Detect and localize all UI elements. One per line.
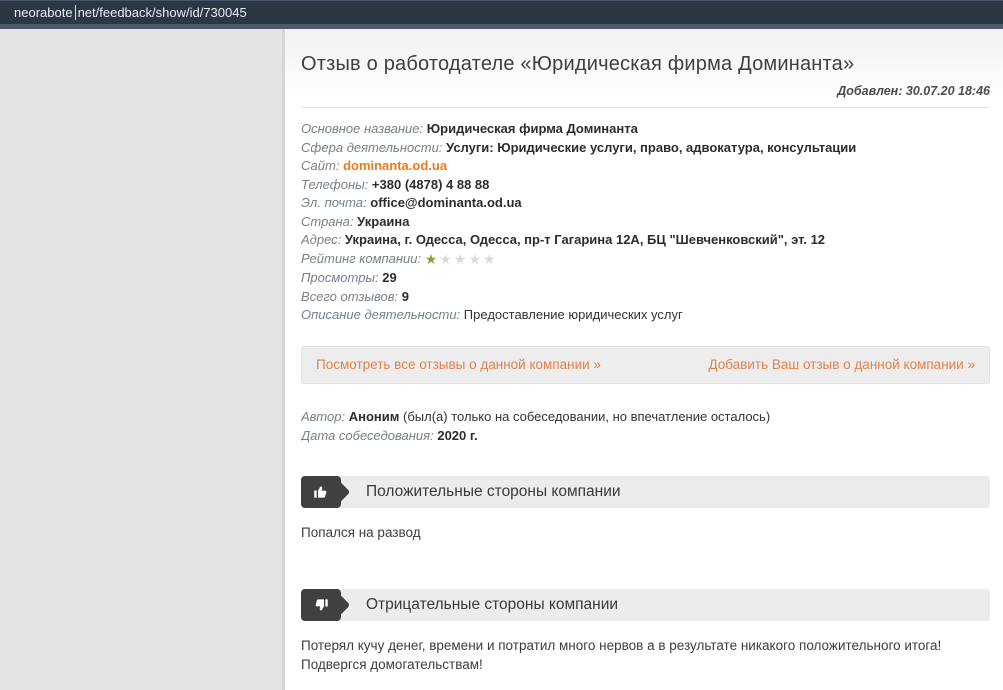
view-all-reviews-link[interactable]: Посмотреть все отзывы о данной компании … xyxy=(316,357,601,372)
thumbs-down-icon xyxy=(301,588,341,621)
field-row-views: Просмотры: 29 xyxy=(301,270,397,285)
page-title: Отзыв о работодателе «Юридическая фирма … xyxy=(301,53,855,75)
star-rating: ★★★★★★ xyxy=(424,250,496,267)
browser-url-bar[interactable]: neorabote net/feedback/show/id/730045 xyxy=(0,0,1003,24)
negative-section-title: Отрицательные стороны компании xyxy=(366,595,619,613)
field-row-phones: Телефоны: +380 (4878) 4 88 88 xyxy=(301,176,490,192)
interview-date-row: Дата собеседования: 2020 г. xyxy=(301,427,478,443)
url-text-after-caret: net/feedback/show/id/730045 xyxy=(77,5,247,20)
author-row: Автор: Аноним (был(а) только на собеседо… xyxy=(301,408,771,424)
page-layout: Отзыв о работодателе «Юридическая фирма … xyxy=(0,29,1003,690)
company-actions-bar: Посмотреть все отзывы о данной компании … xyxy=(301,345,990,384)
main-content: Отзыв о работодателе «Юридическая фирма … xyxy=(285,29,1003,690)
field-row-email: Эл. почта: office@dominanta.od.ua xyxy=(301,195,522,210)
field-row-website: Сайт: dominanta.od.ua xyxy=(301,158,448,173)
added-label: Добавлен: xyxy=(837,84,903,98)
field-row-total-reviews: Всего отзывов: 9 xyxy=(301,288,410,304)
left-sidebar xyxy=(0,29,285,690)
add-review-link[interactable]: Добавить Ваш отзыв о данной компании » xyxy=(708,357,975,372)
positive-section-title: Положительные стороны компании xyxy=(366,482,621,500)
review-meta: Автор: Аноним (был(а) только на собеседо… xyxy=(301,407,990,445)
added-date-line: Добавлен: 30.07.20 18:46 xyxy=(301,84,990,108)
text-caret xyxy=(74,5,76,20)
url-text-before-caret: neorabote xyxy=(14,5,73,20)
positive-section-header: Положительные стороны компании xyxy=(301,475,990,508)
company-info-list: Основное название: Юридическая фирма Дом… xyxy=(301,120,990,325)
field-row-rating: Рейтинг компании: ★★★★★★ xyxy=(301,250,990,270)
added-value: 30.07.20 18:46 xyxy=(905,84,990,98)
field-row-activity-description: Описание деятельности: Предоставление юр… xyxy=(301,307,683,322)
negative-review-text: Потерял кучу денег, времени и потратил м… xyxy=(301,637,942,672)
field-row-country: Страна: Украина xyxy=(301,213,410,229)
negative-section-header: Отрицательные стороны компании xyxy=(301,588,990,621)
field-row-main-name: Основное название: Юридическая фирма Дом… xyxy=(301,121,638,136)
positive-review-text: Попался на развод xyxy=(301,524,421,540)
field-row-activity-sphere: Сфера деятельности: Услуги: Юридические … xyxy=(301,139,857,155)
thumbs-up-icon xyxy=(301,475,341,508)
field-row-address: Адрес: Украина, г. Одесса, Одесса, пр-т … xyxy=(301,232,826,247)
company-website-link[interactable]: dominanta.od.ua xyxy=(343,158,447,173)
